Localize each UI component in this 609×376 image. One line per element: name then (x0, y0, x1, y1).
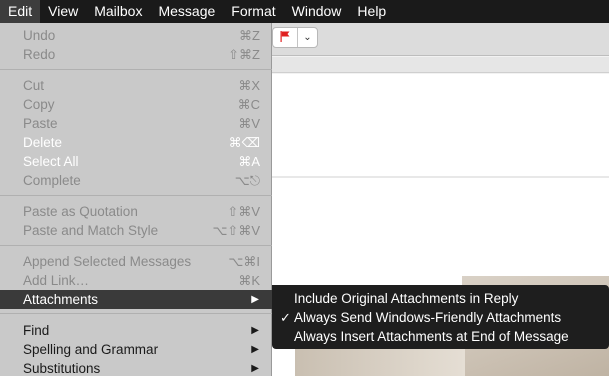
menu-item-paste-match-style[interactable]: Paste and Match Style ⌥⇧⌘V (0, 221, 272, 240)
undo-shortcut: ⌘Z (239, 27, 260, 43)
menu-item-delete[interactable]: Delete ⌘⌫ (0, 133, 272, 152)
menu-item-select-all[interactable]: Select All ⌘A (0, 152, 272, 171)
menu-window[interactable]: Window (284, 0, 350, 23)
substitutions-label: Substitutions (23, 361, 101, 376)
menu-separator (0, 195, 272, 196)
include-original-label: Include Original Attachments in Reply (294, 291, 519, 306)
submenu-arrow-icon: ▶ (251, 363, 259, 374)
menu-item-find[interactable]: Find ▶ (0, 321, 272, 340)
insert-end-label: Always Insert Attachments at End of Mess… (294, 329, 569, 344)
flag-icon (273, 30, 297, 45)
attached-image-partial (295, 345, 465, 376)
submenu-item-include-original[interactable]: Include Original Attachments in Reply (272, 289, 609, 308)
menu-separator (0, 313, 272, 314)
paste-quotation-shortcut: ⇧⌘V (227, 203, 260, 219)
menu-item-copy[interactable]: Copy ⌘C (0, 95, 272, 114)
copy-shortcut: ⌘C (237, 96, 260, 112)
delete-label: Delete (23, 135, 63, 150)
menu-mailbox[interactable]: Mailbox (86, 0, 150, 23)
windows-friendly-label: Always Send Windows-Friendly Attachments (294, 310, 562, 325)
flag-button[interactable]: ⌄ (272, 27, 318, 48)
menu-help[interactable]: Help (349, 0, 394, 23)
menu-item-paste[interactable]: Paste ⌘V (0, 114, 272, 133)
submenu-arrow-icon: ▶ (251, 325, 259, 336)
menu-format[interactable]: Format (223, 0, 283, 23)
append-label: Append Selected Messages (23, 254, 192, 269)
add-link-shortcut: ⌘K (238, 272, 260, 288)
submenu-item-windows-friendly[interactable]: ✓ Always Send Windows-Friendly Attachmen… (272, 308, 609, 327)
menu-separator (0, 69, 272, 70)
select-all-label: Select All (23, 154, 79, 169)
menu-message[interactable]: Message (150, 0, 223, 23)
submenu-arrow-icon: ▶ (251, 344, 259, 355)
complete-label: Complete (23, 173, 81, 188)
checkmark-icon: ✓ (280, 309, 291, 325)
cut-label: Cut (23, 78, 45, 93)
spelling-label: Spelling and Grammar (23, 342, 159, 357)
menu-item-complete[interactable]: Complete ⌥⎋ (0, 171, 272, 190)
complete-shortcut: ⌥⎋ (234, 172, 260, 188)
edit-menu: Undo ⌘Z Redo ⇧⌘Z Cut ⌘X Copy ⌘C Paste ⌘V… (0, 23, 272, 376)
menu-item-substitutions[interactable]: Substitutions ▶ (0, 359, 272, 376)
menu-item-cut[interactable]: Cut ⌘X (0, 76, 272, 95)
menu-item-undo[interactable]: Undo ⌘Z (0, 26, 272, 45)
menu-bar: Edit View Mailbox Message Format Window … (0, 0, 609, 23)
compose-toolbar (270, 23, 609, 56)
header-divider (270, 176, 609, 178)
delete-shortcut: ⌘⌫ (228, 134, 260, 150)
paste-match-label: Paste and Match Style (23, 223, 159, 238)
attachments-label: Attachments (23, 292, 99, 307)
copy-label: Copy (23, 97, 55, 112)
menu-item-attachments[interactable]: Attachments ▶ (0, 290, 272, 309)
attachments-submenu: Include Original Attachments in Reply ✓ … (272, 285, 609, 349)
cut-shortcut: ⌘X (238, 77, 260, 93)
menu-item-redo[interactable]: Redo ⇧⌘Z (0, 45, 272, 64)
paste-label: Paste (23, 116, 58, 131)
find-label: Find (23, 323, 50, 338)
menu-view[interactable]: View (40, 0, 86, 23)
chevron-down-icon[interactable]: ⌄ (298, 32, 317, 43)
format-bar (270, 57, 609, 73)
redo-label: Redo (23, 47, 56, 62)
menu-item-spelling-grammar[interactable]: Spelling and Grammar ▶ (0, 340, 272, 359)
undo-label: Undo (23, 28, 56, 43)
menu-separator (0, 245, 272, 246)
menu-item-add-link[interactable]: Add Link… ⌘K (0, 271, 272, 290)
submenu-item-insert-at-end[interactable]: Always Insert Attachments at End of Mess… (272, 327, 609, 346)
menu-item-paste-as-quotation[interactable]: Paste as Quotation ⇧⌘V (0, 202, 272, 221)
menu-edit[interactable]: Edit (0, 0, 41, 23)
menu-item-append-selected[interactable]: Append Selected Messages ⌥⌘I (0, 252, 272, 271)
paste-quotation-label: Paste as Quotation (23, 204, 138, 219)
select-all-shortcut: ⌘A (238, 153, 260, 169)
add-link-label: Add Link… (23, 273, 90, 288)
submenu-arrow-icon: ▶ (251, 294, 259, 305)
append-shortcut: ⌥⌘I (228, 253, 260, 269)
paste-match-shortcut: ⌥⇧⌘V (212, 222, 260, 238)
paste-shortcut: ⌘V (238, 115, 260, 131)
redo-shortcut: ⇧⌘Z (228, 46, 260, 62)
